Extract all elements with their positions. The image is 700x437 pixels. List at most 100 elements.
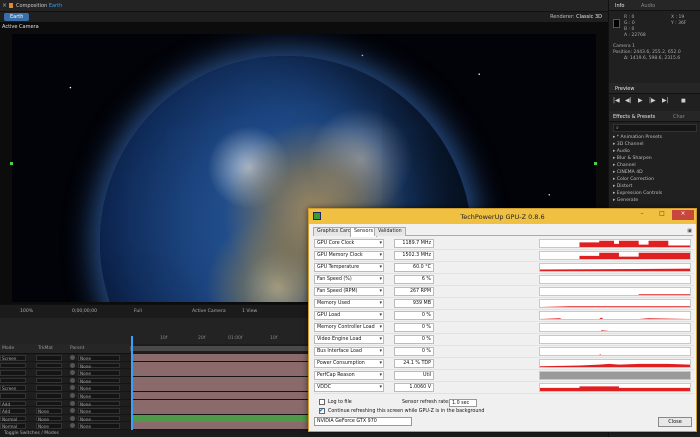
parent-pickwhip-icon[interactable] [70,370,75,376]
work-area-bar[interactable] [130,346,312,351]
maximize-icon[interactable]: □ [652,210,672,220]
timecode-display[interactable]: 0;00;00;00 [72,309,97,314]
layer-handle[interactable] [10,162,13,165]
zoom-dropdown[interactable]: 100% [20,309,33,314]
parent-pickwhip-icon[interactable] [70,355,75,360]
layer-mode-dropdown[interactable]: Screen [0,385,26,391]
refresh-rate-select[interactable]: 1.0 sec [449,399,477,407]
layer-parent-dropdown[interactable]: None [78,393,120,399]
time-ruler[interactable]: 10f 20f 01:00f 10f [130,336,312,346]
layer-trkmat-dropdown[interactable] [36,385,62,391]
renderer-label[interactable]: Renderer: Classic 3D [550,14,602,20]
prev-frame-icon[interactable]: ◀| [625,97,632,104]
layer-duration-bar[interactable] [131,392,312,399]
parent-pickwhip-icon[interactable] [70,377,75,383]
table-row[interactable]: Add None None [0,407,312,415]
layer-duration-bar[interactable] [131,399,312,407]
last-frame-icon[interactable]: ▶| [662,97,669,104]
screenshot-icon[interactable]: ▣ [687,228,692,234]
fx-item[interactable]: ▸ Audio [613,149,630,154]
tab-graphics-card[interactable]: Graphics Card [313,227,355,236]
layer-trkmat-dropdown[interactable] [36,393,62,399]
layer-parent-dropdown[interactable]: None [78,370,120,376]
layer-duration-bar[interactable] [131,361,312,369]
layer-duration-bar[interactable] [131,414,312,422]
sensor-label-dropdown[interactable]: Bus Interface Load ▾ [314,347,384,356]
table-row[interactable]: None [0,392,312,400]
sensor-label-dropdown[interactable]: GPU Core Clock ▾ [314,239,384,248]
gpu-select[interactable]: NVIDIA GeForce GTX 970 [314,417,412,426]
layer-trkmat-dropdown[interactable]: None [36,415,62,422]
layer-parent-dropdown[interactable]: None [78,385,120,391]
tab-info[interactable]: Info [615,3,624,9]
layer-duration-bar[interactable] [131,369,312,377]
layer-mode-dropdown[interactable] [0,370,26,376]
layer-parent-dropdown[interactable]: None [78,415,120,422]
toggle-switches-modes[interactable]: Toggle Switches / Modes [4,431,59,436]
layer-trkmat-dropdown[interactable] [36,362,62,369]
log-to-file-checkbox[interactable] [319,399,325,405]
table-row[interactable]: Normal None None [0,414,312,423]
sensor-label-dropdown[interactable]: Power Consumption ▾ [314,359,384,368]
sensor-label-dropdown[interactable]: Fan Speed (RPM) ▾ [314,287,384,296]
tab-validation[interactable]: Validation [374,227,406,236]
layer-mode-dropdown[interactable]: Normal [0,415,26,422]
table-row[interactable]: Screen None [0,384,312,392]
layer-trkmat-dropdown[interactable]: None [36,408,62,414]
views-dropdown[interactable]: 1 View [242,309,257,314]
table-row[interactable]: Add None [0,399,312,408]
table-row[interactable]: Normal None None [0,422,312,430]
sensor-label-dropdown[interactable]: Video Engine Load ▾ [314,335,384,344]
parent-pickwhip-icon[interactable] [70,415,75,421]
table-row[interactable]: Screen None [0,354,312,362]
layer-parent-dropdown[interactable]: None [78,377,120,384]
fx-item[interactable]: ▸ Generate [613,198,638,203]
layer-mode-dropdown[interactable]: Normal [0,423,26,429]
layer-mode-dropdown[interactable]: Screen [0,355,26,361]
layer-mode-dropdown[interactable]: Add [0,408,26,414]
playhead[interactable] [131,336,133,437]
camera-dropdown[interactable]: Active Camera [192,309,226,314]
close-icon[interactable]: × [2,2,7,9]
tab-character[interactable]: Char [673,114,685,120]
fx-item[interactable]: ▸ Expression Controls [613,191,662,196]
fx-item[interactable]: ▸ Channel [613,163,636,168]
next-frame-icon[interactable]: |▶ [649,97,656,104]
table-row[interactable]: None [0,369,312,377]
layer-mode-dropdown[interactable] [0,362,26,369]
sensor-label-dropdown[interactable]: VDDC ▾ [314,383,384,392]
parent-pickwhip-icon[interactable] [70,408,75,414]
first-frame-icon[interactable]: |◀ [613,97,620,104]
parent-pickwhip-icon[interactable] [70,400,75,406]
table-row[interactable]: None [0,361,312,370]
fx-item[interactable]: ▸ 3D Channel [613,142,644,147]
fx-item[interactable]: ▸ CINEMA 4D [613,170,643,175]
layer-trkmat-dropdown[interactable] [36,370,62,376]
layer-mode-dropdown[interactable] [0,377,26,384]
tab-preview[interactable]: Preview [615,86,634,92]
resolution-dropdown[interactable]: Full [134,309,142,314]
parent-pickwhip-icon[interactable] [70,362,75,368]
layer-parent-dropdown[interactable]: None [78,355,120,361]
layer-trkmat-dropdown[interactable] [36,355,62,361]
layer-parent-dropdown[interactable]: None [78,408,120,414]
layer-mode-dropdown[interactable]: Add [0,400,26,407]
sensor-label-dropdown[interactable]: PerfCap Reason ▾ [314,371,384,380]
sensor-label-dropdown[interactable]: Memory Used ▾ [314,299,384,308]
sensor-label-dropdown[interactable]: Fan Speed (%) ▾ [314,275,384,284]
fx-item[interactable]: ▸ Color Correction [613,177,654,182]
stop-icon[interactable]: ■ [681,98,686,104]
layer-parent-dropdown[interactable]: None [78,400,120,407]
layer-trkmat-dropdown[interactable] [36,400,62,407]
close-icon[interactable]: × [672,210,694,220]
effects-search-input[interactable]: ⌕ [613,124,697,132]
layer-mode-dropdown[interactable] [0,393,26,399]
play-icon[interactable]: ▶ [638,97,643,104]
sensor-label-dropdown[interactable]: GPU Memory Clock ▾ [314,251,384,260]
layer-duration-bar[interactable] [131,407,312,415]
minimize-icon[interactable]: – [632,210,652,220]
sensor-label-dropdown[interactable]: GPU Temperature ▾ [314,263,384,272]
parent-pickwhip-icon[interactable] [70,385,75,391]
fx-item[interactable]: ▸ Distort [613,184,632,189]
fx-item[interactable]: ▸ * Animation Presets [613,135,662,140]
